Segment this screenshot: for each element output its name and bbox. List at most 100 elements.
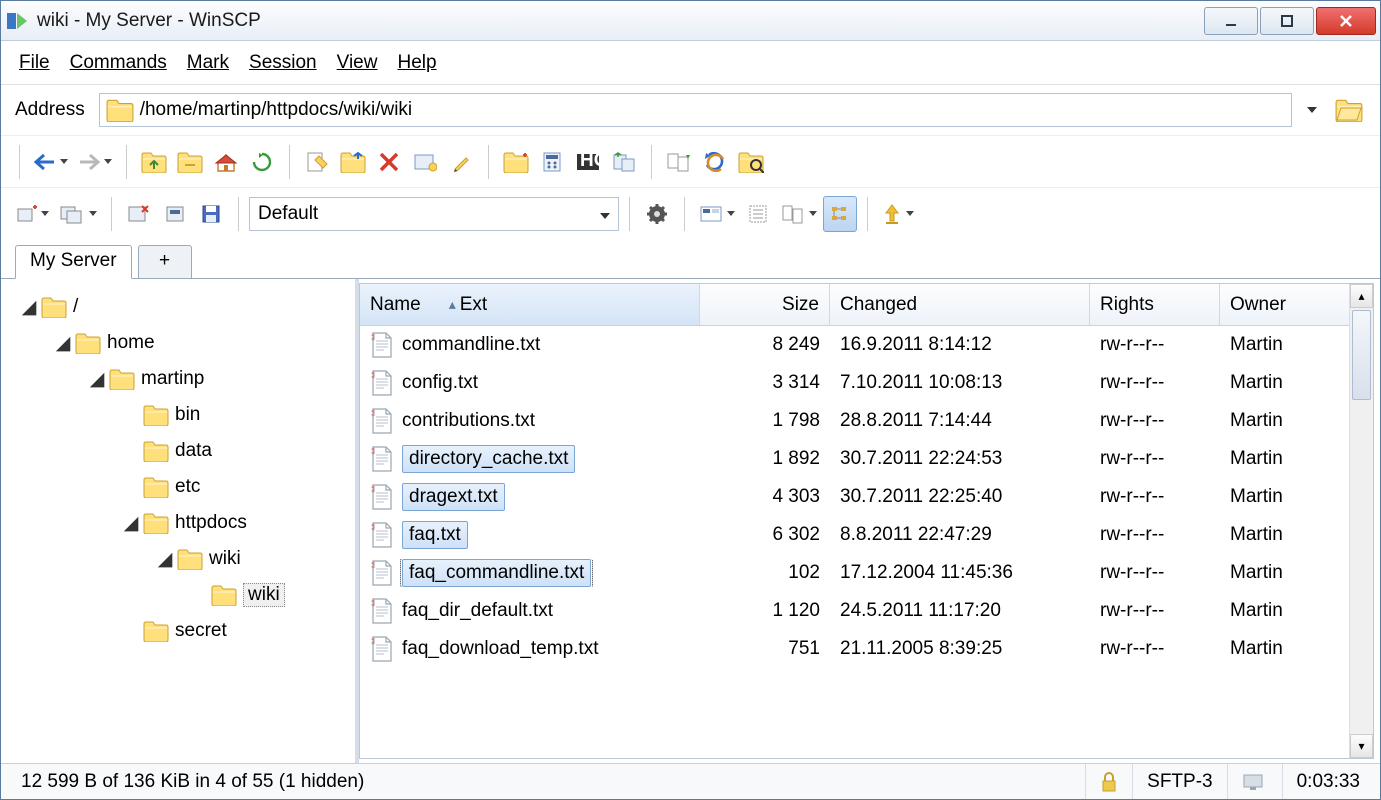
- scroll-down-button[interactable]: ▾: [1350, 734, 1373, 758]
- folder-icon: [109, 368, 135, 390]
- menu-mark[interactable]: Mark: [187, 52, 229, 74]
- explorer-tree-button[interactable]: [823, 196, 857, 232]
- chevron-down-icon: [600, 203, 610, 225]
- compare-button[interactable]: [662, 144, 696, 180]
- file-row[interactable]: faq_download_temp.txt 75121.11.2005 8:39:…: [360, 630, 1373, 668]
- transfer-preset-select[interactable]: Default: [249, 197, 619, 231]
- file-owner: Martin: [1220, 600, 1330, 622]
- home-directory-button[interactable]: [209, 144, 243, 180]
- tree-item[interactable]: ◢wiki: [7, 541, 349, 577]
- tree-item[interactable]: data: [7, 433, 349, 469]
- file-row[interactable]: contributions.txt1 79828.8.2011 7:14:44r…: [360, 402, 1373, 440]
- copy-button[interactable]: [336, 144, 370, 180]
- minimize-button[interactable]: [1204, 7, 1258, 35]
- tree-item[interactable]: wiki: [7, 577, 349, 613]
- status-selection: 12 599 B of 136 KiB in 4 of 55 (1 hidden…: [7, 764, 1085, 799]
- tree-item[interactable]: ◢ home: [7, 325, 349, 361]
- queue-button[interactable]: [878, 196, 918, 232]
- expander-icon[interactable]: ◢: [123, 515, 139, 531]
- directory-tree[interactable]: ◢/ ◢home◢martinpbindataetc◢httpdocs◢wiki…: [1, 279, 359, 763]
- tree-toggle-button[interactable]: [741, 196, 775, 232]
- column-name[interactable]: Name ▴ Ext: [360, 284, 700, 325]
- calculate-size-button[interactable]: [535, 144, 569, 180]
- file-row[interactable]: dragext.txt4 30330.7.2011 22:25:40rw-r--…: [360, 478, 1373, 516]
- close-session-button[interactable]: [122, 196, 156, 232]
- preferences-button[interactable]: [640, 196, 674, 232]
- menu-file[interactable]: File: [19, 52, 50, 74]
- column-changed[interactable]: Changed: [830, 284, 1090, 325]
- console-button[interactable]: HOM: [571, 144, 605, 180]
- file-owner: Martin: [1220, 638, 1330, 660]
- tree-item[interactable]: secret: [7, 613, 349, 649]
- edit-button[interactable]: [300, 144, 334, 180]
- file-name: faq_download_temp.txt: [402, 638, 598, 660]
- delete-button[interactable]: [372, 144, 406, 180]
- saved-sessions-button[interactable]: [158, 196, 192, 232]
- tree-item[interactable]: ◢/: [7, 289, 349, 325]
- column-size[interactable]: Size: [700, 284, 830, 325]
- titlebar[interactable]: wiki - My Server - WinSCP: [1, 1, 1380, 41]
- refresh-button[interactable]: [245, 144, 279, 180]
- menu-session[interactable]: Session: [249, 52, 317, 74]
- find-button[interactable]: [734, 144, 768, 180]
- address-input[interactable]: /home/martinp/httpdocs/wiki/wiki: [99, 93, 1292, 127]
- nav-back-button[interactable]: [30, 144, 72, 180]
- keepuptodate-button[interactable]: [698, 144, 732, 180]
- file-row[interactable]: faq_commandline.txt10217.12.2004 11:45:3…: [360, 554, 1373, 592]
- file-row[interactable]: config.txt3 3147.10.2011 10:08:13rw-r--r…: [360, 364, 1373, 402]
- file-size: 1 892: [700, 448, 830, 470]
- synchronize-button[interactable]: [607, 144, 641, 180]
- folder-icon: [41, 296, 67, 318]
- file-row[interactable]: directory_cache.txt1 89230.7.2011 22:24:…: [360, 440, 1373, 478]
- status-encryption[interactable]: [1085, 764, 1132, 799]
- file-rows[interactable]: commandline.txt8 24916.9.2011 8:14:12rw-…: [360, 326, 1373, 758]
- view-style-button[interactable]: [695, 196, 739, 232]
- new-session-tab[interactable]: +: [138, 245, 192, 279]
- parent-directory-button[interactable]: [137, 144, 171, 180]
- tree-item[interactable]: ◢martinp: [7, 361, 349, 397]
- new-session-button[interactable]: [11, 196, 53, 232]
- expander-icon[interactable]: ◢: [89, 371, 105, 387]
- session-tab-active[interactable]: My Server: [15, 245, 132, 279]
- tree-item[interactable]: bin: [7, 397, 349, 433]
- file-row[interactable]: faq_dir_default.txt1 12024.5.2011 11:17:…: [360, 592, 1373, 630]
- file-size: 6 302: [700, 524, 830, 546]
- expander-icon[interactable]: ◢: [157, 551, 173, 567]
- maximize-button[interactable]: [1260, 7, 1314, 35]
- menu-help[interactable]: Help: [397, 52, 436, 74]
- file-row[interactable]: faq.txt6 3028.8.2011 22:47:29rw-r--r--Ma…: [360, 516, 1373, 554]
- tree-item[interactable]: etc: [7, 469, 349, 505]
- tree-item[interactable]: ◢httpdocs: [7, 505, 349, 541]
- status-connection[interactable]: [1227, 764, 1282, 799]
- folder-icon: [143, 440, 169, 462]
- root-directory-button[interactable]: [173, 144, 207, 180]
- file-size: 751: [700, 638, 830, 660]
- file-changed: 16.9.2011 8:14:12: [830, 334, 1090, 356]
- address-history-dropdown[interactable]: [1302, 93, 1322, 127]
- column-owner[interactable]: Owner: [1220, 284, 1330, 325]
- file-icon: [370, 446, 394, 472]
- vertical-scrollbar[interactable]: ▴ ▾: [1349, 284, 1373, 758]
- expander-icon[interactable]: ◢: [21, 299, 37, 315]
- file-size: 3 314: [700, 372, 830, 394]
- close-button[interactable]: [1316, 7, 1376, 35]
- rename-button[interactable]: [444, 144, 478, 180]
- column-rights[interactable]: Rights: [1090, 284, 1220, 325]
- file-row[interactable]: commandline.txt8 24916.9.2011 8:14:12rw-…: [360, 326, 1373, 364]
- save-session-button[interactable]: [194, 196, 228, 232]
- scrollbar-thumb[interactable]: [1352, 310, 1371, 400]
- new-folder-button[interactable]: [499, 144, 533, 180]
- menu-commands[interactable]: Commands: [70, 52, 167, 74]
- file-changed: 8.8.2011 22:47:29: [830, 524, 1090, 546]
- menu-view[interactable]: View: [337, 52, 378, 74]
- status-protocol[interactable]: SFTP-3: [1132, 764, 1226, 799]
- properties-button[interactable]: [408, 144, 442, 180]
- tree-item-label: home: [107, 332, 155, 354]
- panels-button[interactable]: [777, 196, 821, 232]
- expander-icon[interactable]: ◢: [55, 335, 71, 351]
- file-changed: 21.11.2005 8:39:25: [830, 638, 1090, 660]
- scroll-up-button[interactable]: ▴: [1350, 284, 1373, 308]
- nav-forward-button[interactable]: [74, 144, 116, 180]
- duplicate-session-button[interactable]: [55, 196, 101, 232]
- open-folder-button[interactable]: [1332, 95, 1366, 125]
